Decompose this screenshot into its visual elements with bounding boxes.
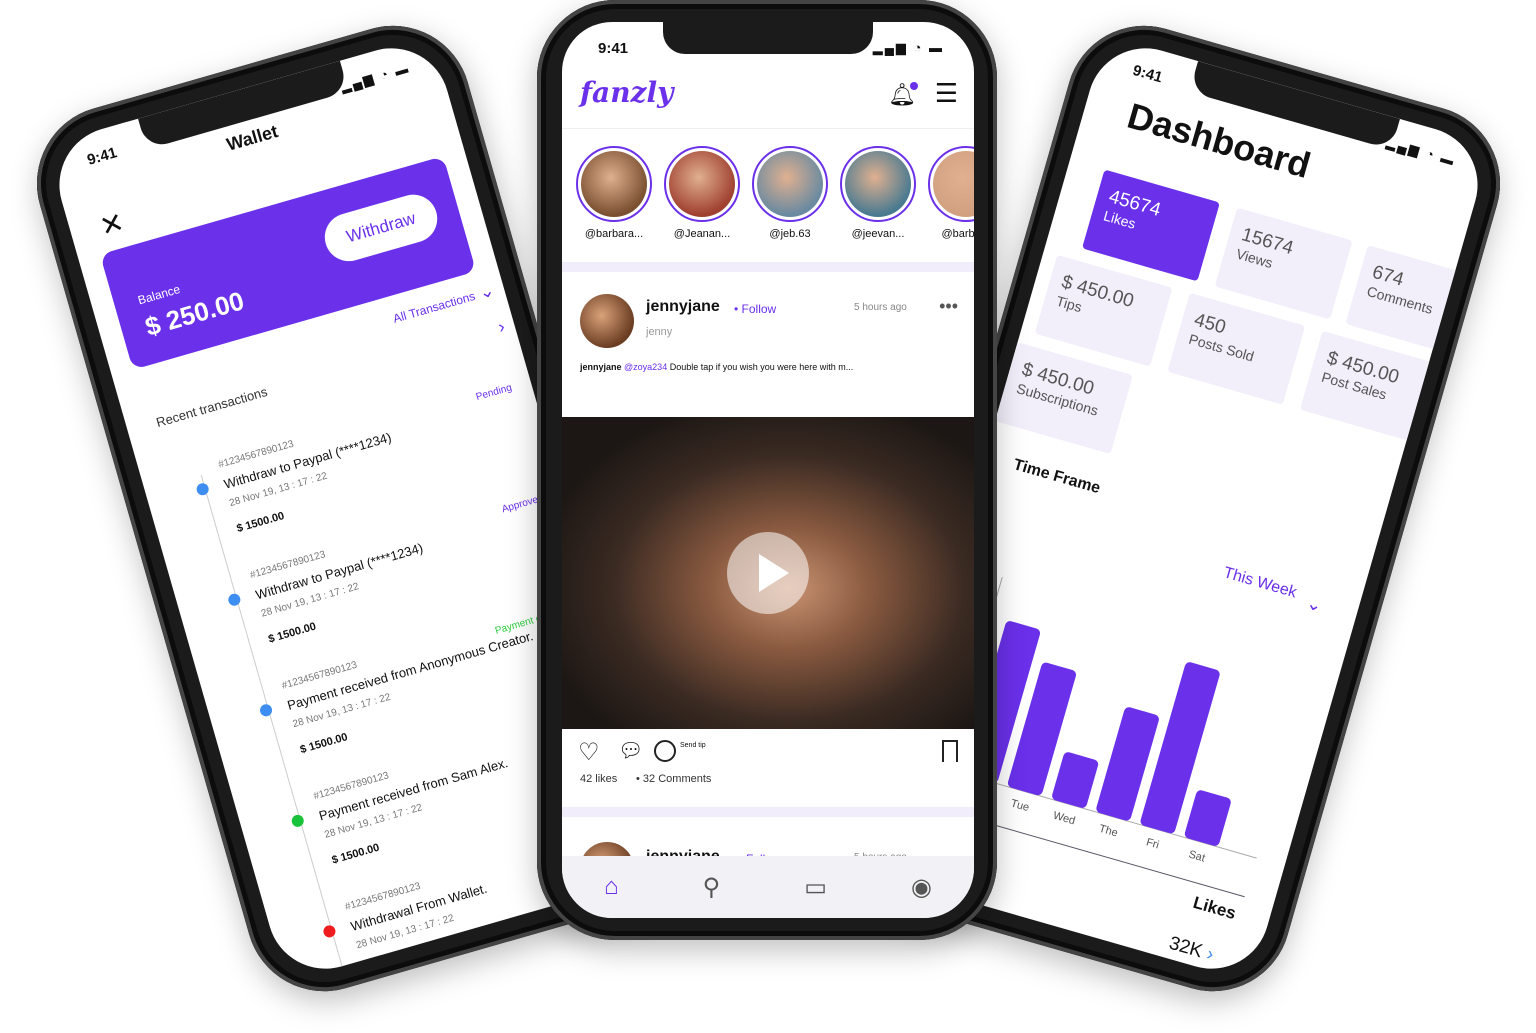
status-time: 9:41: [1130, 61, 1165, 87]
recent-transactions-heading: Recent transactions: [154, 383, 270, 431]
bell-icon[interactable]: 🔔︎: [888, 82, 918, 108]
story-avatar: [840, 146, 916, 222]
status-time: 9:41: [598, 40, 629, 57]
follow-button[interactable]: • Follow: [734, 302, 776, 316]
play-button[interactable]: [727, 532, 809, 614]
status-icons: ▂▄▆ ◔ ▬: [1384, 134, 1458, 169]
transaction-amount: $ 1500.00: [235, 510, 286, 536]
chevron-right-icon: ›: [1204, 943, 1217, 966]
messages-icon[interactable]: ▭: [804, 873, 827, 902]
row-value: 32K: [1166, 932, 1205, 963]
notification-dot: [910, 82, 918, 90]
x-tick-label: Fri: [1145, 836, 1161, 851]
story-username: @jeb.63: [769, 228, 811, 240]
stat-card[interactable]: 15674 Views: [1214, 207, 1353, 320]
metric-label: Likes: [1191, 892, 1239, 924]
timeline-dot: [258, 702, 274, 718]
story-avatar: [928, 146, 974, 222]
hamburger-menu-icon[interactable]: ☰: [935, 80, 958, 106]
stat-card[interactable]: 45674 Likes: [1081, 169, 1220, 282]
timeline-dot: [322, 923, 337, 939]
story-avatar: [752, 146, 828, 222]
heart-icon[interactable]: ♡: [578, 738, 600, 767]
transaction-amount: $ 1500.00: [330, 841, 381, 867]
search-icon[interactable]: ⚲: [703, 873, 721, 902]
withdraw-button[interactable]: Withdraw: [319, 189, 443, 267]
post-username[interactable]: jennyjane: [646, 298, 720, 316]
range-select[interactable]: This Week: [1221, 564, 1298, 602]
stories-row: @barbara... @Jeanan... @jeb.63 @jeevan... @b…: [576, 146, 974, 240]
timeline-dot: [195, 481, 211, 497]
story-item[interactable]: @jeb.63: [752, 146, 828, 240]
stat-card[interactable]: $ 450.00 Tips: [1034, 254, 1173, 367]
tab-bar: ⌂ ⚲ ▭ ◉: [562, 856, 974, 918]
chevron-right-icon[interactable]: ›: [496, 316, 508, 338]
row-value: 28K: [1156, 968, 1194, 982]
story-item[interactable]: @jeevan...: [840, 146, 916, 240]
story-username: @Jeanan...: [673, 228, 731, 240]
all-transactions-link[interactable]: All Transactions: [391, 289, 476, 326]
home-icon[interactable]: ⌂: [604, 873, 619, 901]
story-avatar: [664, 146, 740, 222]
stat-row[interactable]: 28K ›: [1156, 968, 1206, 982]
notch: [663, 22, 873, 54]
post-handle: jenny: [646, 326, 673, 338]
caption-text: Double tap if you wish you were here wit…: [669, 362, 854, 372]
divider: [562, 262, 974, 272]
story-username: @barbara...: [584, 228, 644, 240]
mention-link[interactable]: @zoya234: [624, 362, 667, 372]
story-item[interactable]: @Jeanan...: [664, 146, 740, 240]
status-time: 9:41: [85, 144, 119, 169]
story-item[interactable]: @barbara...: [576, 146, 652, 240]
divider: [562, 128, 974, 129]
x-tick-label: The: [1098, 823, 1120, 840]
fanzly-logo[interactable]: fanzly: [580, 76, 673, 109]
stat-card[interactable]: $ 450.00 Subscriptions: [995, 342, 1133, 455]
follow-label: Follow: [741, 302, 777, 316]
bookmark-icon[interactable]: [942, 740, 958, 762]
comment-icon[interactable]: 💬︎: [618, 738, 643, 763]
stat-card[interactable]: 450 Posts Sold: [1167, 292, 1306, 405]
stat-row[interactable]: 32K ›: [1166, 933, 1216, 967]
x-tick-label: Sat: [1187, 848, 1206, 864]
bar-wed: [1052, 752, 1099, 808]
story-username: @jeevan...: [851, 228, 905, 240]
status-icons: ▂▄▆ ◔ ▬: [872, 40, 944, 55]
transaction-amount: $ 1500.00: [362, 952, 413, 978]
feed-screen: 9:41 ▂▄▆ ◔ ▬ fanzly 🔔︎ ☰ @barbara... @Jea…: [562, 22, 974, 918]
bar-sat: [1184, 790, 1231, 846]
comments-label: 32 Comments: [642, 773, 712, 785]
transaction-status: Pending: [474, 382, 514, 404]
post-caption: jennyjane @zoya234 Double tap if you wis…: [580, 362, 853, 372]
transaction-amount: $ 1500.00: [267, 620, 318, 646]
more-options-icon[interactable]: •••: [939, 296, 958, 317]
close-icon[interactable]: ✕: [96, 205, 128, 243]
x-tick-label: Tue: [1009, 797, 1030, 814]
time-frame-label: Time Frame: [1011, 456, 1103, 498]
likes-count: 42 likes: [580, 773, 618, 785]
caption-user: jennyjane: [580, 362, 622, 372]
avatar[interactable]: [580, 294, 634, 348]
send-tip-label[interactable]: Send tip: [680, 742, 706, 749]
feed-phone: 9:41 ▂▄▆ ◔ ▬ fanzly 🔔︎ ☰ @barbara... @Jea…: [537, 0, 997, 940]
story-item[interactable]: @barbara: [928, 146, 974, 240]
story-avatar: [576, 146, 652, 222]
divider: [562, 807, 974, 817]
stat-card[interactable]: 674 Comments: [1345, 245, 1484, 357]
chevron-down-icon[interactable]: ⌄: [477, 280, 497, 304]
post-time: 5 hours ago: [854, 302, 907, 313]
stat-card[interactable]: $ 450.00 Post Sales: [1299, 330, 1438, 443]
balance-card: Balance $ 250.00 Withdraw: [99, 156, 477, 370]
story-username: @barbara: [941, 228, 974, 240]
timeline-dot: [226, 592, 242, 608]
chevron-right-icon: ›: [1194, 979, 1206, 982]
send-tip-icon[interactable]: [654, 740, 676, 762]
profile-icon[interactable]: ◉: [911, 873, 932, 902]
transaction-amount: $ 1500.00: [298, 731, 350, 757]
post-video[interactable]: [562, 417, 974, 729]
x-tick-label: Wed: [1052, 810, 1077, 828]
timeline-dot: [290, 813, 306, 829]
comments-count[interactable]: • 32 Comments: [636, 773, 711, 785]
chevron-down-icon[interactable]: ⌄: [1304, 592, 1324, 616]
